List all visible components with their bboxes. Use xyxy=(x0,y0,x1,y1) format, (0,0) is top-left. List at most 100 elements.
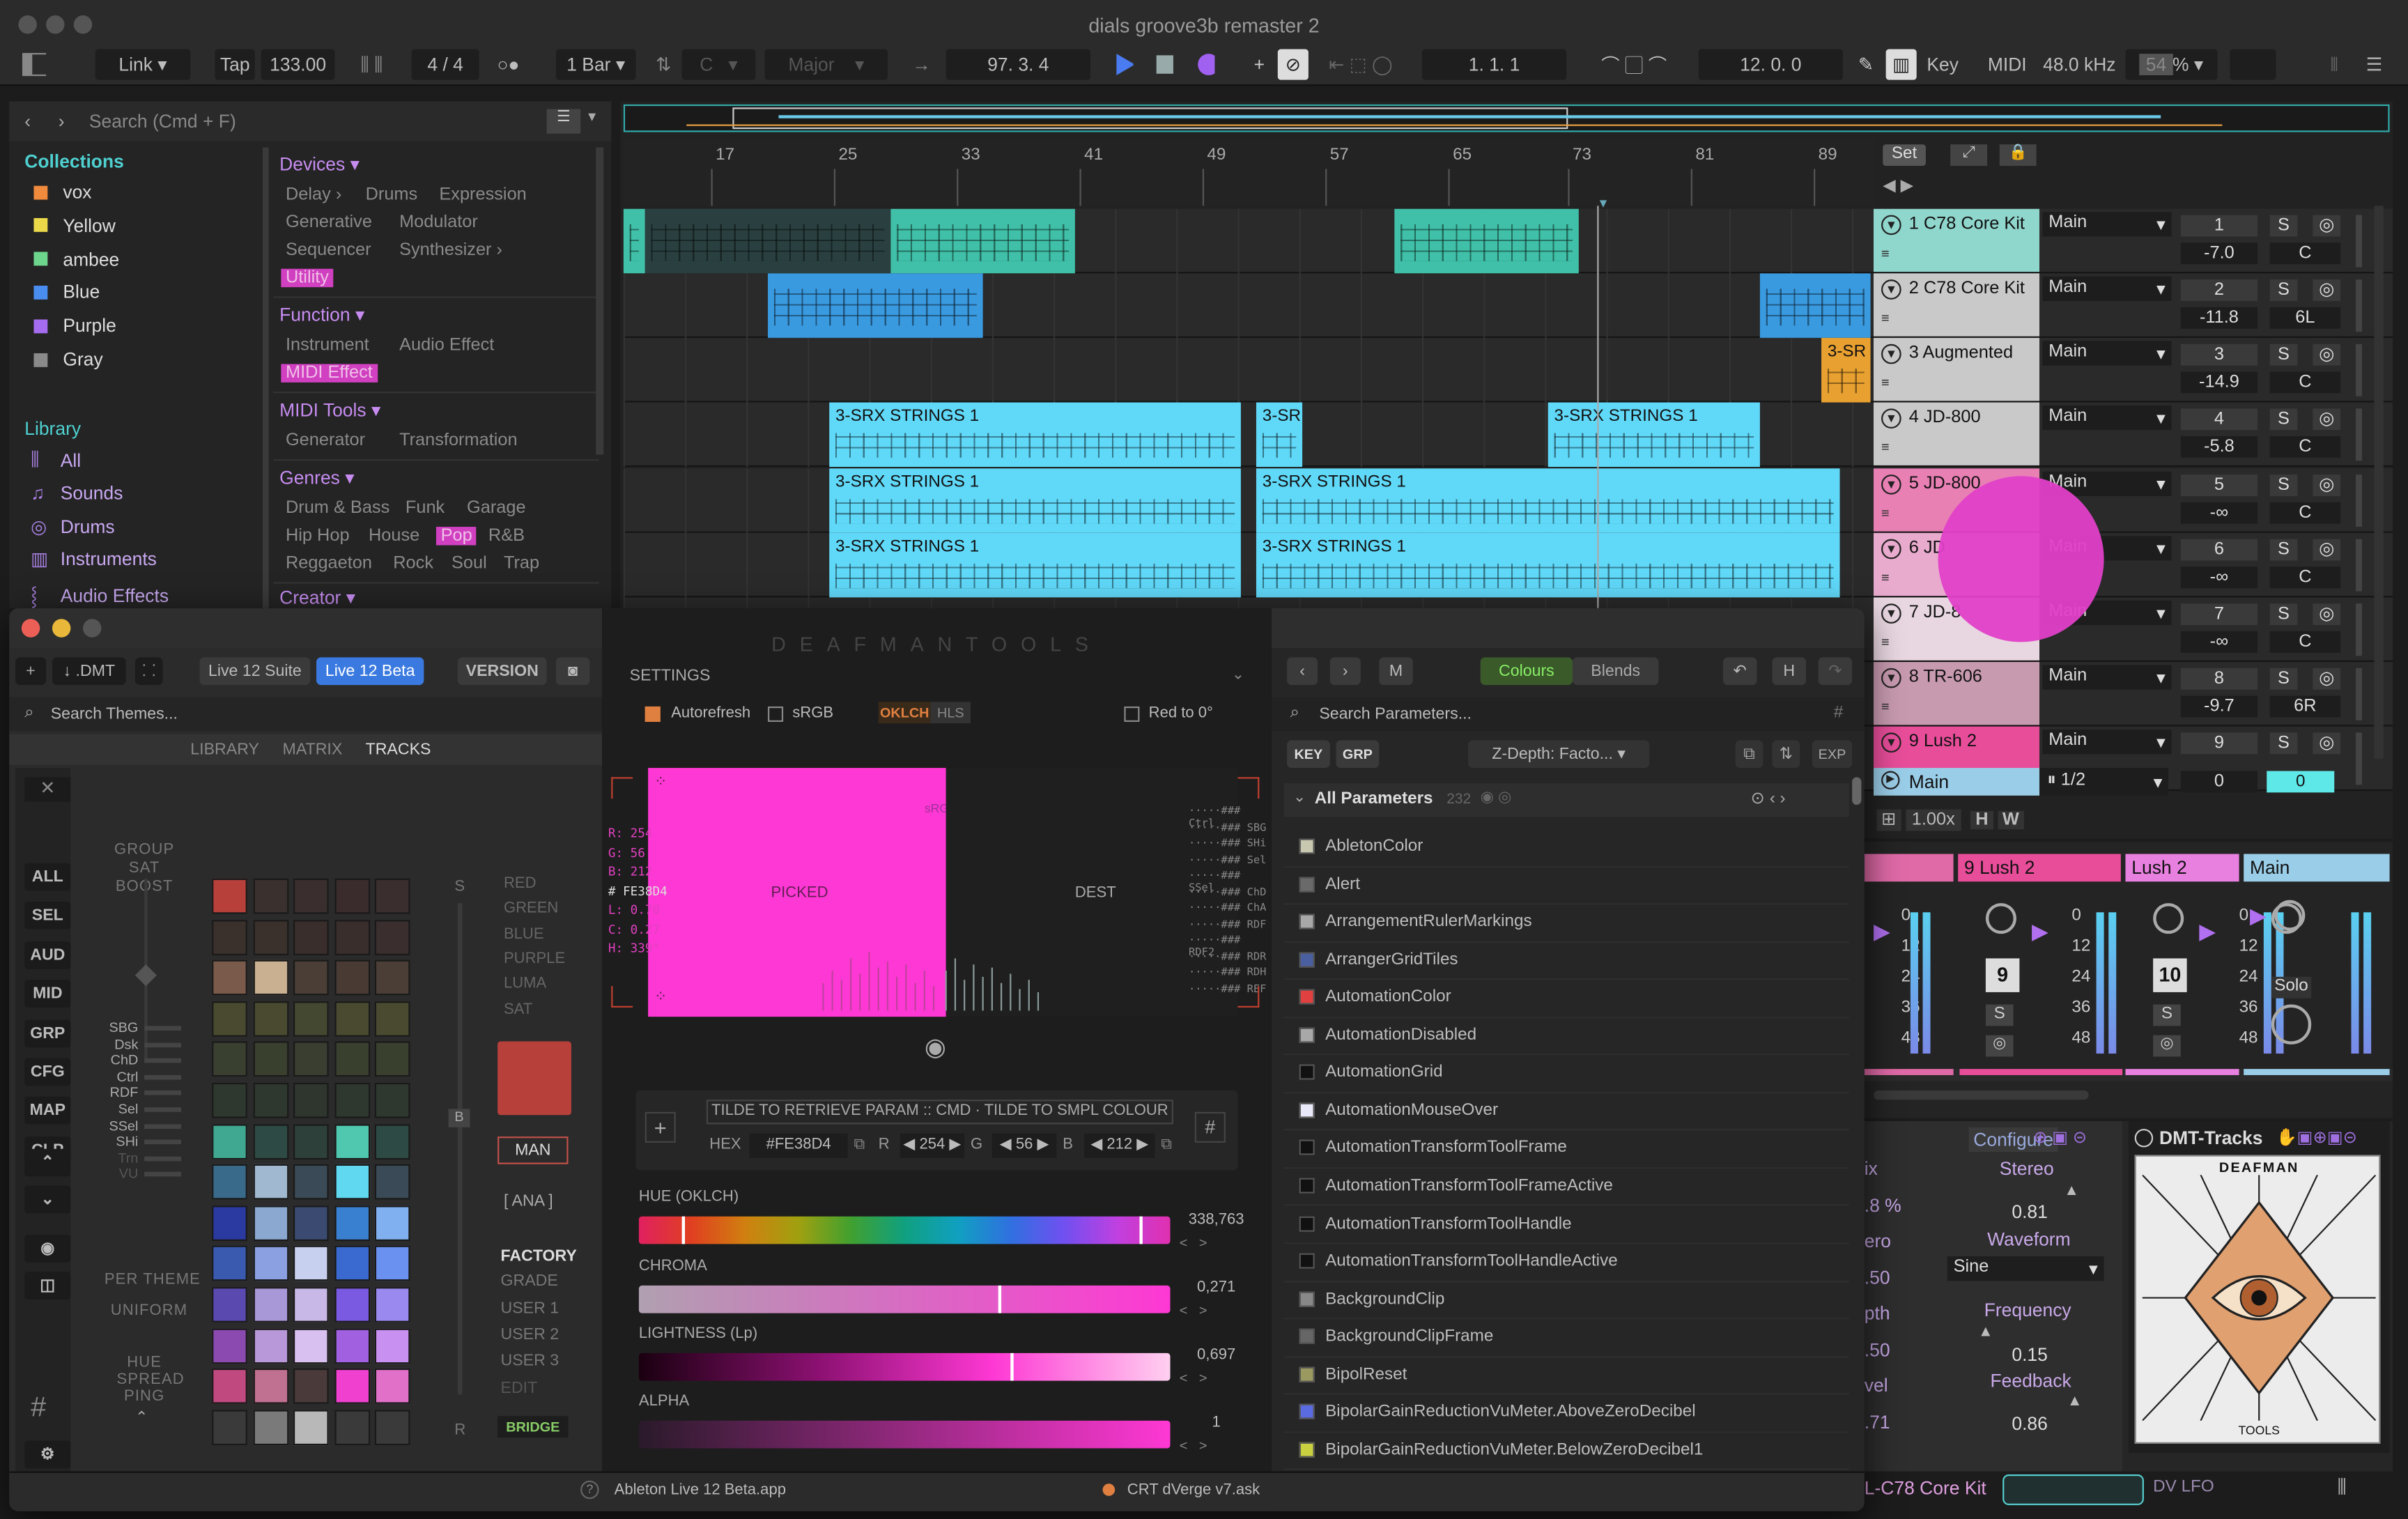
capture-icons[interactable]: ⇤ ⬚ ◯ xyxy=(1315,49,1407,80)
tags-scrollbar[interactable] xyxy=(596,147,604,455)
hls-toggle[interactable]: HLS xyxy=(930,702,971,724)
color-swatch[interactable] xyxy=(252,1246,288,1282)
feedback-value[interactable]: 0.86 xyxy=(2012,1413,2047,1435)
tag-transformation[interactable]: Transformation xyxy=(399,431,518,449)
color-swatch[interactable] xyxy=(212,1368,247,1405)
color-swatch[interactable] xyxy=(252,1205,288,1241)
signature-field[interactable]: 4 / 4 xyxy=(411,49,479,80)
color-swatch[interactable] xyxy=(374,1246,410,1282)
settings-gear-icon[interactable]: ⚙ xyxy=(24,1440,71,1469)
browser-menu-icon[interactable]: ▾ xyxy=(588,109,596,125)
dmt-minimize-button[interactable] xyxy=(52,619,71,638)
track-pan[interactable]: C xyxy=(2269,502,2341,524)
color-swatch[interactable] xyxy=(212,1082,247,1118)
color-swatch[interactable] xyxy=(293,919,329,955)
color-swatch[interactable] xyxy=(334,1082,370,1118)
tag-pop-selected[interactable]: Pop xyxy=(435,527,477,546)
track-header[interactable]: ▼ 8 TR-606 ≡ xyxy=(1874,662,2040,727)
tab-library[interactable]: LIBRARY xyxy=(190,740,259,758)
solo-button[interactable]: S xyxy=(2269,603,2298,626)
clip[interactable] xyxy=(1394,208,1579,274)
mini-slider[interactable] xyxy=(144,1042,182,1047)
color-swatch[interactable] xyxy=(374,1205,410,1241)
clip-thumbnail[interactable] xyxy=(2002,1474,2144,1506)
mini-slider[interactable] xyxy=(144,1156,182,1161)
color-swatch[interactable] xyxy=(252,919,288,955)
param-row[interactable]: AutomationTransformToolFrameActive xyxy=(1283,1169,1849,1207)
arm-icon[interactable]: ◎ xyxy=(2313,732,2341,755)
param-search[interactable]: ⌕ Search Parameters... # xyxy=(1271,697,1865,732)
arm-icon[interactable]: ◎ xyxy=(2313,603,2341,626)
channel-solo-button[interactable]: S xyxy=(2153,1004,2181,1026)
track-menu-icon[interactable]: ≡ xyxy=(1881,570,1890,585)
solo-label[interactable]: Solo xyxy=(2271,976,2312,998)
tag-reggaeton[interactable]: Reggaeton xyxy=(286,555,372,573)
mixer-scrollbar[interactable] xyxy=(1874,1090,2089,1100)
track-menu-icon[interactable]: ≡ xyxy=(1881,505,1890,521)
color-swatch[interactable] xyxy=(374,1001,410,1037)
blends-tab[interactable]: Blends xyxy=(1572,657,1659,686)
w-button[interactable]: W xyxy=(1998,810,2024,829)
color-swatch[interactable] xyxy=(334,1164,370,1200)
track-pan[interactable]: C xyxy=(2269,631,2341,653)
track-output-select[interactable]: Main▾ xyxy=(2042,341,2172,366)
track-number-button[interactable]: 2 xyxy=(2180,279,2258,302)
solo-button[interactable]: S xyxy=(2269,475,2298,496)
param-row[interactable]: BipolarGainReductionVuMeter.AboveZeroDec… xyxy=(1283,1395,1849,1433)
grade-button[interactable]: GRADE xyxy=(501,1272,558,1290)
channel-arm-icon[interactable]: ◎ xyxy=(2153,1035,2181,1057)
hash-button[interactable]: # xyxy=(1194,1111,1226,1143)
track-volume[interactable]: -7.0 xyxy=(2180,242,2258,265)
color-swatch[interactable] xyxy=(334,1123,370,1159)
track-output-select[interactable]: Main▾ xyxy=(2042,276,2172,302)
nav-forward-icon[interactable]: › xyxy=(1329,657,1361,686)
channel-head-lush-2[interactable]: Lush 2 xyxy=(2125,854,2239,882)
track-menu-icon[interactable]: ≡ xyxy=(1881,634,1890,649)
color-swatch[interactable] xyxy=(252,1368,288,1405)
channel-number[interactable]: 10 xyxy=(2153,958,2187,992)
collection-item[interactable]: Purple xyxy=(33,315,116,337)
track-fold-icon[interactable]: ▼ xyxy=(1881,475,1901,495)
color-swatch[interactable] xyxy=(252,1082,288,1118)
library-item[interactable]: ▥ Instruments xyxy=(31,549,157,571)
meter-toggle-icon[interactable]: ⫴ xyxy=(2338,1474,2347,1500)
mini-slider[interactable] xyxy=(144,1123,182,1129)
zdepth-select[interactable]: Z-Depth: Facto... ▾ xyxy=(1468,740,1650,769)
clip[interactable]: 3-SRX STRINGS 1 xyxy=(1548,402,1760,468)
autorefresh-checkbox[interactable] xyxy=(645,706,661,722)
copy-icon[interactable]: ⧉ xyxy=(1735,740,1763,769)
tempo-field[interactable]: 133.00 xyxy=(261,49,335,80)
device-icons[interactable]: ⊕ ▣ ⊝ xyxy=(2033,1127,2087,1147)
tag-generator[interactable]: Generator xyxy=(286,431,365,449)
tag-sequencer[interactable]: Sequencer xyxy=(286,241,371,259)
color-swatch[interactable] xyxy=(293,1082,329,1118)
param-scrollbar[interactable] xyxy=(1852,777,1862,805)
fold-icon[interactable]: ⤢ xyxy=(1950,144,1988,167)
track-menu-icon[interactable]: ≡ xyxy=(1881,439,1890,454)
grid-icon[interactable]: ⸬ xyxy=(134,657,163,686)
split-view-icon[interactable]: ◫ xyxy=(24,1272,71,1300)
track-output-select[interactable]: Main▾ xyxy=(2042,665,2172,690)
mini-slider[interactable] xyxy=(144,1074,182,1080)
tag-house[interactable]: House xyxy=(369,527,419,545)
tag-trap[interactable]: Trap xyxy=(504,555,539,573)
arm-icon[interactable]: ◎ xyxy=(2313,668,2341,690)
mini-slider[interactable] xyxy=(144,1090,182,1096)
loop-start-field[interactable]: 1. 1. 1 xyxy=(1421,49,1567,80)
track-main[interactable]: ▶ Main xyxy=(1874,768,2040,796)
zoom-icon[interactable]: ⊞ xyxy=(1876,809,1901,831)
track-menu-icon[interactable]: ≡ xyxy=(1881,375,1890,390)
arm-icon[interactable]: ◎ xyxy=(2313,408,2341,431)
color-swatch[interactable] xyxy=(374,1327,410,1364)
collection-item[interactable]: vox xyxy=(33,181,92,203)
color-swatch[interactable] xyxy=(252,960,288,996)
arm-icon[interactable]: ◎ xyxy=(2313,475,2341,496)
loop-switch-icons[interactable]: ⌒ ▢ ⌒ xyxy=(1573,49,1695,80)
solo-button[interactable]: S xyxy=(2269,732,2298,755)
down-icon[interactable]: ⌄ xyxy=(24,1185,71,1214)
clip[interactable]: 3-SRX STRINGS 1 xyxy=(829,532,1241,598)
arm-icon[interactable]: ◎ xyxy=(2313,539,2341,561)
g-input[interactable]: ◀ 56 ▶ xyxy=(991,1133,1057,1158)
track-fold-icon[interactable]: ▼ xyxy=(1881,215,1901,236)
track-lane[interactable]: 3-SRX STRINGS 1 3-SRX STRINGS 1 xyxy=(623,468,1874,533)
